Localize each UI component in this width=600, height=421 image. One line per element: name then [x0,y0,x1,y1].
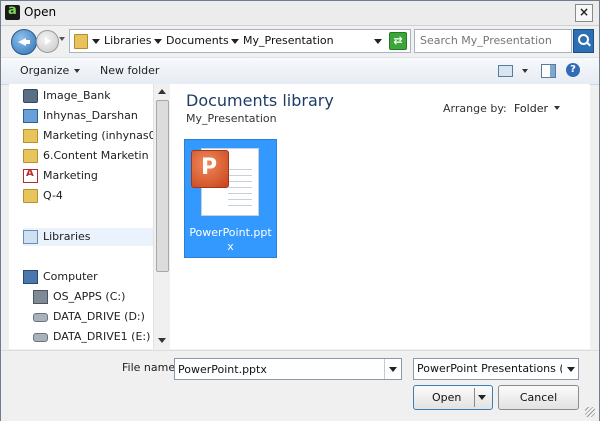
open-button-label: Open [432,391,462,404]
nav-item-computer[interactable]: Computer [23,268,153,286]
recent-pages-chevron-icon[interactable] [59,37,65,41]
chevron-down-icon[interactable] [564,359,578,379]
computer-icon [23,270,38,284]
open-dialog: Open × Libraries Documents My_Presentati… [0,0,600,421]
new-folder-button[interactable]: New folder [100,64,159,77]
file-name-combobox[interactable] [174,358,402,380]
scroll-down-arrow-icon[interactable] [158,338,166,343]
open-button[interactable]: Open [413,385,493,410]
change-view-icon[interactable] [498,65,513,77]
library-title: Documents library [186,91,334,110]
chevron-down-icon[interactable] [384,359,401,379]
open-options-chevron-icon[interactable] [478,395,486,400]
search-icon[interactable] [573,29,594,53]
library-subtitle: My_Presentation [186,112,277,125]
nav-item-marketing[interactable]: Marketing [23,167,153,185]
refresh-icon[interactable]: ⇄ [389,32,407,50]
file-type-select[interactable]: PowerPoint Presentations (*.pp [413,358,579,380]
pdf-icon [23,168,38,183]
cancel-button[interactable]: Cancel [498,385,579,410]
file-type-value: PowerPoint Presentations (*.pp [417,362,562,375]
drive-icon [33,290,48,304]
nav-item-libraries[interactable]: Libraries [23,228,161,246]
close-button[interactable]: × [575,4,593,22]
libraries-icon [23,230,38,244]
chevron-down-icon[interactable] [231,39,239,44]
navigation-pane: Image_Bank Inhynas_Darshan Marketing (in… [9,84,170,349]
nav-scrollbar[interactable] [153,84,170,349]
scroll-thumb[interactable] [156,100,169,272]
search-box[interactable] [414,29,572,53]
title-bar[interactable]: Open × [1,1,599,26]
nav-item-drive-c[interactable]: OS_APPS (C:) [33,288,153,306]
nav-item-content-marketing[interactable]: 6.Content Marketin [23,147,153,165]
arrange-by-dropdown[interactable]: Folder [514,102,548,115]
back-button[interactable] [11,29,37,55]
breadcrumb-my-presentation[interactable]: My_Presentation [243,34,334,47]
arrange-by-label: Arrange by: [443,102,507,115]
resize-grip-icon[interactable] [585,407,595,417]
address-bar[interactable]: Libraries Documents My_Presentation ⇄ [69,29,411,53]
chevron-down-icon [74,69,80,73]
nav-item-inhynas-darshan[interactable]: Inhynas_Darshan [23,107,153,125]
file-name-input[interactable] [175,359,385,379]
address-dropdown-icon[interactable] [374,39,382,44]
view-options-chevron-icon[interactable] [522,69,528,73]
folder-icon [23,129,38,143]
window-title: Open [24,5,57,19]
organize-button[interactable]: Organize [20,64,69,77]
nav-item-q4[interactable]: Q-4 [23,187,153,205]
monitor-icon [23,109,38,123]
nav-item-drive-e[interactable]: DATA_DRIVE1 (E:) [33,328,153,346]
address-row: Libraries Documents My_Presentation ⇄ [1,26,599,56]
drive-icon [33,333,48,342]
search-input[interactable] [415,30,570,50]
preview-pane-icon[interactable] [541,64,556,78]
dialog-footer: File name: PowerPoint Presentations (*.p… [1,350,599,421]
breadcrumb-libraries[interactable]: Libraries [104,34,152,47]
powerpoint-file-icon [191,150,229,188]
file-item-powerpoint[interactable]: PowerPoint.pptx [184,139,277,258]
folder-icon [23,149,38,163]
command-bar: Organize New folder ? [1,57,599,85]
folder-icon [23,189,38,203]
file-list-area: Documents library My_Presentation Arrang… [170,84,590,349]
help-icon[interactable]: ? [566,63,580,77]
nav-item-image-bank[interactable]: Image_Bank [23,87,153,105]
forward-button[interactable] [36,30,59,53]
nav-item-marketing-inhynas[interactable]: Marketing (inhynas0 [23,127,153,145]
drive-icon [33,313,48,322]
folder-icon [74,34,88,49]
chevron-down-icon[interactable] [92,39,100,44]
split-divider [474,388,475,407]
file-name-label: PowerPoint.pptx [189,226,272,253]
app-icon [5,3,20,20]
chevron-down-icon[interactable] [554,106,560,110]
file-name-label: File name: [122,361,179,374]
scroll-up-arrow-icon[interactable] [158,89,166,94]
chevron-down-icon[interactable] [154,39,162,44]
nav-item-drive-d[interactable]: DATA_DRIVE (D:) [33,308,153,326]
cancel-button-label: Cancel [519,391,558,404]
camera-icon [23,89,38,103]
breadcrumb-documents[interactable]: Documents [166,34,229,47]
